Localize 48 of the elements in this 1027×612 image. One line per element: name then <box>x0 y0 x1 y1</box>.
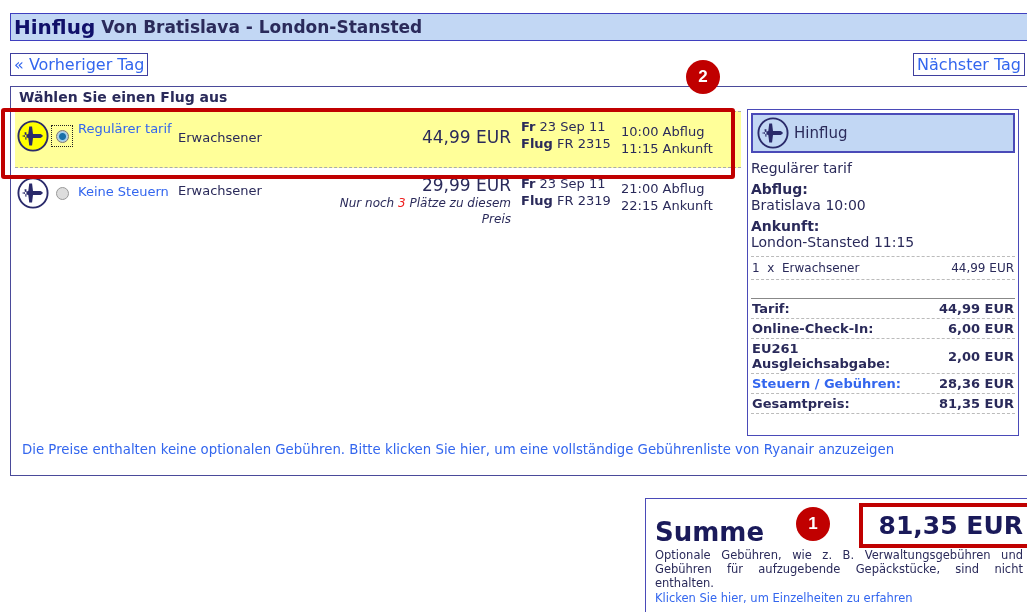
arrival-value: London-Stansted 11:15 <box>751 234 916 250</box>
total-value: 6,00 EUR <box>947 321 1014 336</box>
total-label: Summe <box>655 516 765 547</box>
callout-badge: 1 <box>796 507 830 541</box>
departure-label: Abflug: <box>751 181 809 197</box>
route-title: Von Bratislava - London-Stansted <box>101 17 423 37</box>
total-label: Online-Check-In: <box>752 321 875 336</box>
next-day-link[interactable]: Nächster Tag <box>913 53 1025 76</box>
plane-icon <box>17 177 49 209</box>
plane-icon <box>757 117 789 149</box>
flight-info: Fr 23 Sep 11 Flug FR 2319 <box>521 175 612 209</box>
total-value: 2,00 EUR <box>947 348 1014 364</box>
callout-badge: 2 <box>686 60 720 94</box>
plane-icon <box>17 120 49 152</box>
fare-link[interactable]: Keine Steuern <box>78 183 178 201</box>
fare-radio[interactable] <box>55 186 69 200</box>
flight-info: Fr 23 Sep 11 Flug FR 2315 <box>521 118 612 152</box>
fees-link[interactable]: Die Preise enthalten keine optionalen Gebühren. Bitte klicken Sie hier, um eine vollständige Gebührenliste von Ryanair anzuzeigen <box>22 442 1027 457</box>
selected-flight-row[interactable]: Regulärer tarif Erwachsener 44,99 EUR Fr 23 Sep 11 Flug FR 2315 10:00 Abflug 11:15 Ankunft <box>15 111 741 168</box>
passenger-type: Erwachsener <box>178 183 263 198</box>
passenger-line: 1 x Erwachsener <box>752 261 860 275</box>
total-amount: 81,35 EUR <box>858 503 1027 548</box>
fare-link[interactable]: Regulärer tarif <box>78 120 178 138</box>
passenger-price: 44,99 EUR <box>951 261 1014 275</box>
total-value: 44,99 EUR <box>938 301 1014 316</box>
fare-radio[interactable] <box>55 129 69 143</box>
seats-note: Nur noch 3 Plätze zu diesem Preis <box>338 195 511 227</box>
page-title: Hinflug <box>14 15 96 39</box>
flight-price: 44,99 EUR <box>421 127 511 147</box>
total-value: 28,36 EUR <box>938 376 1014 391</box>
arrival-time: 22:15 Ankunft <box>621 197 713 214</box>
total-note: Optionale Gebühren, wie z. B. Verwaltungsgebühren und Gebühren für aufzugebende Gepäckstücke, sind nicht enthalten. <box>655 548 1024 590</box>
taxes-link[interactable]: Steuern / Gebühren: <box>752 376 902 391</box>
departure-time: 10:00 Abflug <box>621 123 706 140</box>
passenger-type: Erwachsener <box>178 130 263 145</box>
departure-value: Bratislava 10:00 <box>751 197 867 213</box>
summary-title: Hinflug <box>794 124 848 142</box>
departure-time: 21:00 Abflug <box>621 180 706 197</box>
section-heading: Wählen Sie einen Flug aus <box>18 88 229 107</box>
fare-name: Regulärer tarif <box>751 160 854 176</box>
details-link[interactable]: Klicken Sie hier, um Einzelheiten zu erfahren <box>655 591 913 605</box>
arrival-label: Ankunft: <box>751 218 821 234</box>
total-label: Gesamtpreis: <box>752 396 851 411</box>
total-label: EU261 Ausgleichsabgabe: <box>752 341 892 371</box>
total-value: 81,35 EUR <box>938 396 1014 411</box>
total-label: Tarif: <box>752 301 791 316</box>
arrival-time: 11:15 Ankunft <box>621 140 713 157</box>
previous-day-link[interactable]: « Vorheriger Tag <box>10 53 149 76</box>
